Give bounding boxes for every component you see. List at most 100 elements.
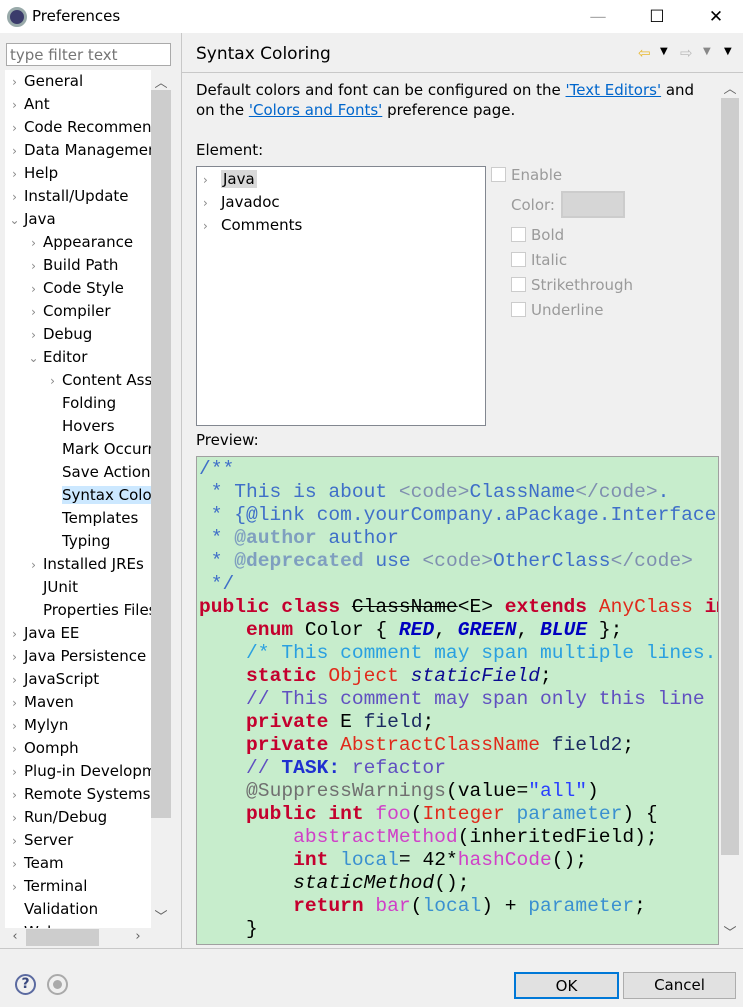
chevron-down-icon[interactable]: ⌄ — [24, 347, 43, 370]
tree-item[interactable]: Syntax Coloring — [43, 484, 151, 507]
chevron-right-icon[interactable]: › — [5, 186, 24, 209]
chevron-right-icon[interactable]: › — [24, 255, 43, 278]
filter-input[interactable] — [6, 43, 171, 66]
tree-item[interactable]: ›Code Recommenders — [5, 116, 151, 139]
panel-divider[interactable] — [181, 33, 182, 948]
tree-item[interactable]: › Oomph — [5, 737, 79, 760]
tree-scroll-thumb[interactable] — [151, 90, 171, 818]
help-icon[interactable]: ? — [15, 974, 36, 995]
chevron-right-icon[interactable]: › — [5, 715, 24, 738]
element-item[interactable]: › Javadoc — [203, 191, 280, 214]
chevron-right-icon[interactable]: › — [203, 169, 221, 192]
underline-checkbox[interactable]: Underline — [511, 301, 603, 319]
checkbox-box[interactable] — [511, 252, 526, 267]
tree-item[interactable]: Hovers — [43, 415, 115, 438]
chevron-right-icon[interactable]: › — [203, 192, 221, 215]
import-export-icon[interactable] — [47, 974, 68, 995]
tree-item[interactable]: › General — [5, 70, 83, 93]
page-scroll-thumb[interactable] — [721, 98, 739, 855]
chevron-right-icon[interactable]: › — [5, 94, 24, 117]
checkbox-box[interactable] — [491, 167, 506, 182]
tree-item[interactable]: › Debug — [24, 323, 92, 346]
tree-item[interactable]: Properties Files Editor — [24, 599, 151, 622]
close-button[interactable]: ✕ — [693, 4, 739, 30]
chevron-right-icon[interactable]: › — [24, 232, 43, 255]
tree-item[interactable]: ›Plug-in Development — [5, 760, 151, 783]
scroll-right-icon[interactable]: › — [128, 929, 148, 944]
tree-item[interactable]: › Build Path — [24, 254, 118, 277]
minimize-button[interactable]: — — [575, 4, 621, 30]
tree-item[interactable]: › Compiler — [24, 300, 110, 324]
chevron-right-icon[interactable]: › — [24, 278, 43, 301]
chevron-right-icon[interactable]: › — [5, 623, 24, 646]
forward-dropdown-icon[interactable]: ▼ — [703, 46, 711, 57]
bold-checkbox[interactable]: Bold — [511, 226, 564, 244]
chevron-right-icon[interactable]: › — [5, 692, 24, 715]
tree-item[interactable]: ›Content Assist — [43, 369, 151, 392]
tree-item[interactable]: JUnit — [24, 576, 78, 599]
tree-item[interactable]: › Mylyn — [5, 714, 68, 737]
checkbox-box[interactable] — [511, 227, 526, 242]
tree-item[interactable]: › Code Style — [24, 277, 124, 300]
scroll-up-icon[interactable]: ︿ — [720, 78, 740, 97]
chevron-right-icon[interactable]: › — [5, 117, 24, 140]
chevron-right-icon[interactable]: › — [5, 853, 24, 876]
tree-item[interactable]: › Installed JREs — [24, 553, 144, 576]
tree-item[interactable]: › Install/Update — [5, 185, 128, 209]
tree-item[interactable]: Typing — [43, 530, 110, 553]
scroll-down-icon[interactable]: ﹀ — [720, 922, 740, 941]
chevron-right-icon[interactable]: › — [5, 738, 24, 761]
tree-item[interactable]: Templates — [43, 507, 138, 530]
tree-item[interactable]: Validation — [5, 898, 98, 921]
back-arrow-icon[interactable]: ⇦ — [638, 44, 651, 62]
ok-button[interactable]: OK — [514, 972, 619, 999]
chevron-right-icon[interactable]: › — [5, 784, 24, 807]
tree-item[interactable]: › JavaScript — [5, 668, 99, 691]
element-item[interactable]: › Java — [203, 168, 257, 191]
checkbox-box[interactable] — [511, 277, 526, 292]
chevron-right-icon[interactable]: › — [203, 215, 221, 238]
chevron-right-icon[interactable]: › — [43, 370, 62, 393]
chevron-right-icon[interactable]: › — [5, 140, 24, 163]
strikethrough-checkbox[interactable]: Strikethrough — [511, 276, 633, 294]
scroll-down-icon[interactable]: ﹀ — [151, 906, 171, 925]
tree-item[interactable]: Mark Occurrences — [43, 438, 151, 461]
forward-arrow-icon[interactable]: ⇨ — [680, 44, 693, 62]
chevron-right-icon[interactable]: › — [5, 669, 24, 692]
tree-item[interactable]: › Run/Debug — [5, 806, 107, 829]
chevron-right-icon[interactable]: › — [24, 554, 43, 577]
enable-checkbox[interactable]: Enable — [491, 166, 562, 184]
text-editors-link[interactable]: 'Text Editors' — [566, 81, 662, 99]
tree-hscroll-thumb[interactable] — [26, 929, 99, 946]
tree-item[interactable]: › Help — [5, 162, 58, 185]
tree-item[interactable]: ⌄ Java — [5, 208, 55, 232]
chevron-right-icon[interactable]: › — [5, 646, 24, 669]
tree-item[interactable]: › Ant — [5, 93, 50, 116]
chevron-right-icon[interactable]: › — [5, 163, 24, 186]
tree-item[interactable]: ⌄ Editor — [24, 346, 87, 369]
tree-item[interactable]: › Java Persistence — [5, 645, 146, 668]
chevron-right-icon[interactable]: › — [5, 807, 24, 830]
tree-item[interactable]: › Terminal — [5, 875, 87, 898]
chevron-right-icon[interactable]: › — [5, 761, 24, 784]
chevron-down-icon[interactable]: ⌄ — [5, 209, 24, 232]
tree-item[interactable]: › Java EE — [5, 622, 79, 645]
tree-item[interactable]: › Appearance — [24, 231, 133, 254]
menu-icon[interactable]: ▼ — [724, 46, 732, 57]
colors-fonts-link[interactable]: 'Colors and Fonts' — [249, 101, 382, 119]
tree-item[interactable]: › Maven — [5, 691, 74, 714]
scroll-up-icon[interactable]: ︿ — [151, 72, 171, 91]
cancel-button[interactable]: Cancel — [623, 972, 736, 999]
italic-checkbox[interactable]: Italic — [511, 251, 567, 269]
chevron-right-icon[interactable]: › — [5, 71, 24, 94]
tree-item[interactable]: › Team — [5, 852, 64, 875]
checkbox-box[interactable] — [511, 302, 526, 317]
tree-item[interactable]: Save Actions — [43, 461, 151, 484]
tree-item[interactable]: › Data Management — [5, 139, 151, 162]
element-item[interactable]: › Comments — [203, 214, 302, 237]
tree-item[interactable]: › Server — [5, 829, 73, 852]
chevron-right-icon[interactable]: › — [5, 830, 24, 853]
chevron-right-icon[interactable]: › — [24, 301, 43, 324]
maximize-button[interactable]: ☐ — [634, 4, 680, 30]
tree-item[interactable]: › Remote Systems — [5, 783, 150, 806]
